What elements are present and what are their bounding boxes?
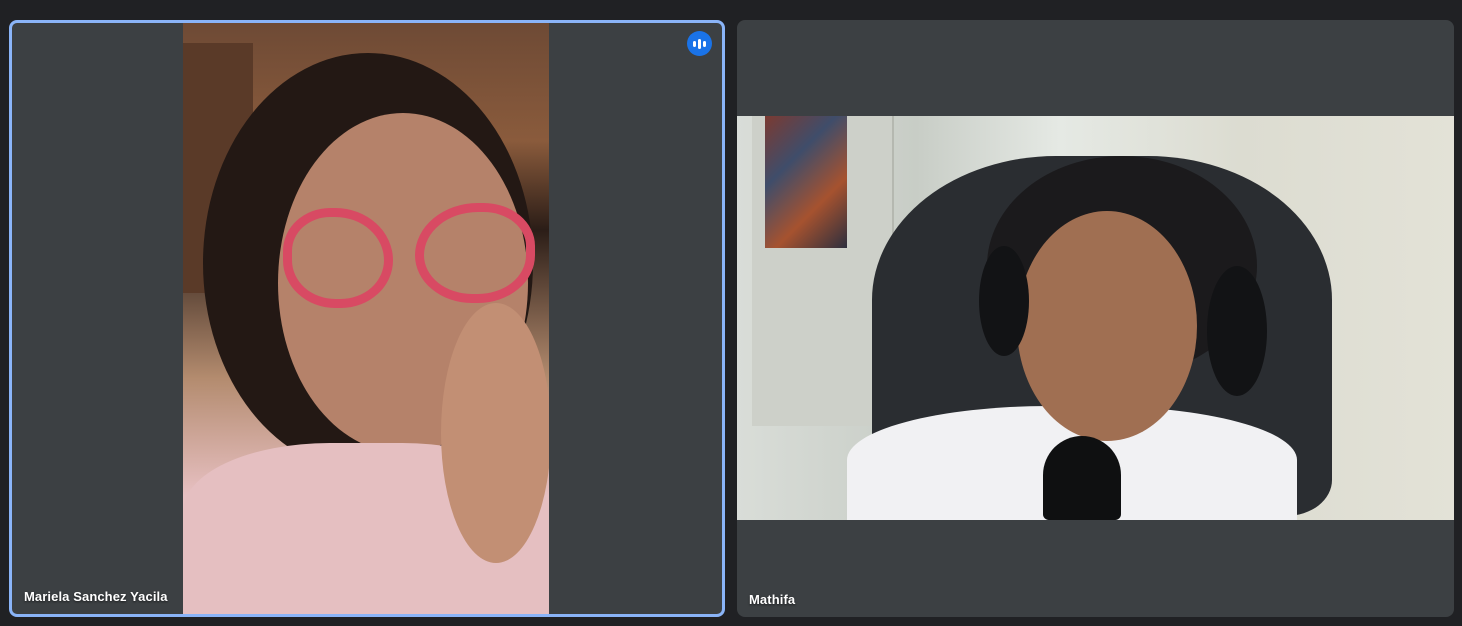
meeting-grid: Mariela Sanchez Yacila Mathifa: [0, 0, 1462, 626]
participant-tile-mathifa[interactable]: Mathifa: [737, 20, 1454, 617]
wall-painting-art: [765, 116, 847, 248]
participant-video: [183, 23, 549, 614]
headphone-right: [1207, 266, 1267, 396]
glasses-right-lens: [415, 203, 535, 303]
audio-level-icon: [687, 31, 712, 56]
person-hand: [441, 303, 549, 563]
microphone: [1043, 436, 1121, 520]
participant-video: [737, 116, 1454, 520]
glasses-left-lens: [283, 208, 393, 308]
participant-tile-mariela[interactable]: Mariela Sanchez Yacila: [9, 20, 725, 617]
person-face: [1017, 211, 1197, 441]
participant-name: Mathifa: [749, 592, 796, 607]
headphone-left: [979, 246, 1029, 356]
participant-name: Mariela Sanchez Yacila: [24, 589, 168, 604]
